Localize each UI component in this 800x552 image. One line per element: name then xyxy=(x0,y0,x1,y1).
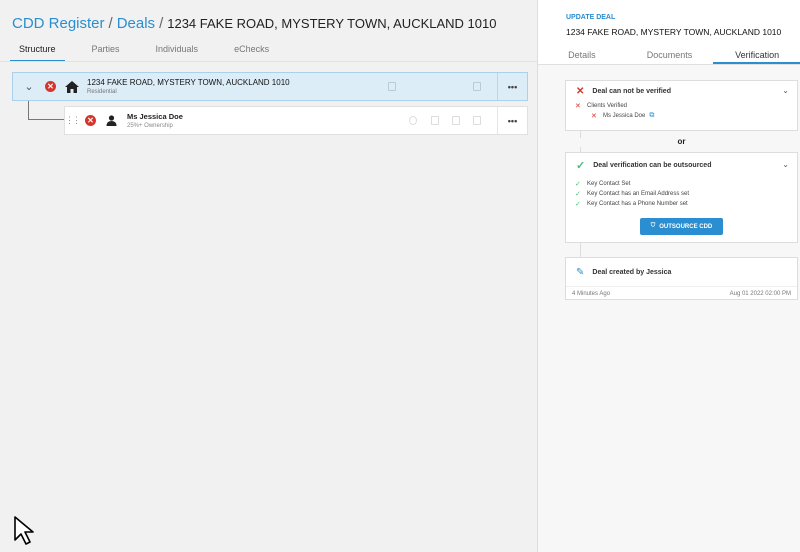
panel-header: UPDATE DEAL 1234 FAKE ROAD, MYSTERY TOWN… xyxy=(538,0,800,65)
structure-panel: CDD Register / Deals/1234 FAKE ROAD, MYSTE… xyxy=(0,0,537,552)
tab-details[interactable]: Details xyxy=(538,48,626,64)
breadcrumb-deals[interactable]: Deals xyxy=(117,15,155,32)
outsource-item: Key Contact has an Email Address set xyxy=(587,191,690,197)
info-icon[interactable] xyxy=(409,116,417,125)
tree-connector xyxy=(28,101,64,120)
check-icon: ✓ xyxy=(575,191,581,198)
deal-more-button[interactable]: ••• xyxy=(497,73,527,100)
activity-log-footer: 4 Minutes Ago Aug 01 2022 02:00 PM xyxy=(566,286,797,300)
person-subtitle: 25%+ Ownership xyxy=(127,123,173,129)
chevron-down-icon[interactable]: ⌄ xyxy=(782,86,789,95)
close-icon: ✕ xyxy=(575,103,581,110)
tab-echecks[interactable]: eChecks xyxy=(225,44,278,62)
person-name: Ms Jessica Doe xyxy=(127,112,183,121)
tab-structure[interactable]: Structure xyxy=(10,44,65,62)
outsource-cdd-label: OUTSOURCE CDD xyxy=(659,223,713,230)
list-item: ✓ Key Contact Set xyxy=(575,179,797,189)
check-icon: ✓ xyxy=(575,181,581,188)
close-icon: ✕ xyxy=(591,113,597,120)
pencil-icon: ✎ xyxy=(576,266,585,278)
home-icon xyxy=(65,80,79,93)
not-verified-title: Deal can not be verified xyxy=(592,87,671,95)
deal-row[interactable]: ⌄ ✕ 1234 FAKE ROAD, MYSTERY TOWN, AUCKLA… xyxy=(12,72,528,101)
person-more-button[interactable]: ••• xyxy=(497,107,527,134)
clipboard-icon[interactable] xyxy=(388,82,396,91)
timeline-line xyxy=(580,243,581,257)
person-row[interactable]: ⋮⋮ ✕ Ms Jessica Doe 25%+ Ownership ••• xyxy=(64,106,528,135)
panel-label: UPDATE DEAL xyxy=(566,14,616,21)
shield-icon: ⛉ xyxy=(650,223,656,229)
not-verified-item: Clients Verified xyxy=(587,103,628,109)
list-item: ✓ Key Contact has an Email Address set xyxy=(575,189,797,199)
or-separator: or xyxy=(677,137,686,146)
document-icon[interactable] xyxy=(473,116,481,125)
tab-individuals[interactable]: Individuals xyxy=(147,44,208,62)
not-verified-card: ✕ Deal can not be verified ⌄ ✕ Clients Ve… xyxy=(565,80,798,131)
tabs-divider xyxy=(0,61,537,62)
panel-title: 1234 FAKE ROAD, MYSTERY TOWN, AUCKLAND 1… xyxy=(566,27,782,37)
person-text: Ms Jessica Doe 25%+ Ownership xyxy=(127,112,183,129)
tab-parties[interactable]: Parties xyxy=(83,44,129,62)
check-icon: ✓ xyxy=(575,201,581,208)
mouse-cursor-icon xyxy=(14,516,34,545)
warning-icon[interactable] xyxy=(431,116,439,125)
deal-text: 1234 FAKE ROAD, MYSTERY TOWN, AUCKLAND 1… xyxy=(87,78,290,95)
external-link-icon[interactable]: ⧉ xyxy=(649,112,654,120)
check-icon: ✓ xyxy=(576,159,586,172)
list-item: ✕ Ms Jessica Doe ⧉ xyxy=(575,111,797,121)
list-item: ✕ Clients Verified xyxy=(575,101,797,111)
outsource-header[interactable]: ✓ Deal verification can be outsourced ⌄ xyxy=(566,153,797,177)
activity-log-header: ✎ Deal created by Jessica xyxy=(566,258,797,286)
log-timestamp: Aug 01 2022 02:00 PM xyxy=(729,290,791,297)
deal-subtitle: Residential xyxy=(87,89,117,95)
x-circle-icon: ✕ xyxy=(45,81,56,92)
breadcrumb: CDD Register / Deals/1234 FAKE ROAD, MYSTE… xyxy=(12,15,496,32)
activity-log-title: Deal created by Jessica xyxy=(592,268,672,276)
structure-tabs: Structure Parties Individuals eChecks xyxy=(10,44,296,62)
log-time-ago: 4 Minutes Ago xyxy=(572,290,611,297)
breadcrumb-current: 1234 FAKE ROAD, MYSTERY TOWN, AUCKLAND 1… xyxy=(167,16,497,31)
id-card-icon[interactable] xyxy=(452,116,460,125)
document-icon[interactable] xyxy=(473,82,481,91)
panel-tabs: Details Documents Verification xyxy=(538,48,800,65)
chevron-down-icon[interactable]: ⌄ xyxy=(782,160,789,169)
breadcrumb-separator: / xyxy=(159,15,164,32)
outsource-title: Deal verification can be outsourced xyxy=(593,161,712,169)
outsource-cdd-button[interactable]: ⛉ OUTSOURCE CDD xyxy=(640,218,723,235)
outsource-card: ✓ Deal verification can be outsourced ⌄ … xyxy=(565,152,798,243)
tab-verification[interactable]: Verification xyxy=(713,48,800,64)
x-circle-icon: ✕ xyxy=(85,115,96,126)
close-icon: ✕ xyxy=(576,85,585,97)
activity-log-card: ✎ Deal created by Jessica 4 Minutes Ago … xyxy=(565,257,798,300)
tab-documents[interactable]: Documents xyxy=(626,48,714,64)
outsource-item: Key Contact Set xyxy=(587,181,631,187)
list-item: ✓ Key Contact has a Phone Number set xyxy=(575,199,797,209)
breadcrumb-separator: / xyxy=(108,15,113,32)
person-icon xyxy=(106,115,117,126)
client-name: Ms Jessica Doe xyxy=(603,113,646,119)
outsource-item: Key Contact has a Phone Number set xyxy=(587,201,688,207)
not-verified-header[interactable]: ✕ Deal can not be verified ⌄ xyxy=(566,81,797,101)
deal-title: 1234 FAKE ROAD, MYSTERY TOWN, AUCKLAND 1… xyxy=(87,78,290,87)
chevron-down-icon[interactable]: ⌄ xyxy=(13,80,45,93)
breadcrumb-cdd-register[interactable]: CDD Register xyxy=(12,15,105,32)
update-deal-panel: UPDATE DEAL 1234 FAKE ROAD, MYSTERY TOWN… xyxy=(537,0,800,552)
drag-handle-icon[interactable]: ⋮⋮ xyxy=(65,115,81,126)
